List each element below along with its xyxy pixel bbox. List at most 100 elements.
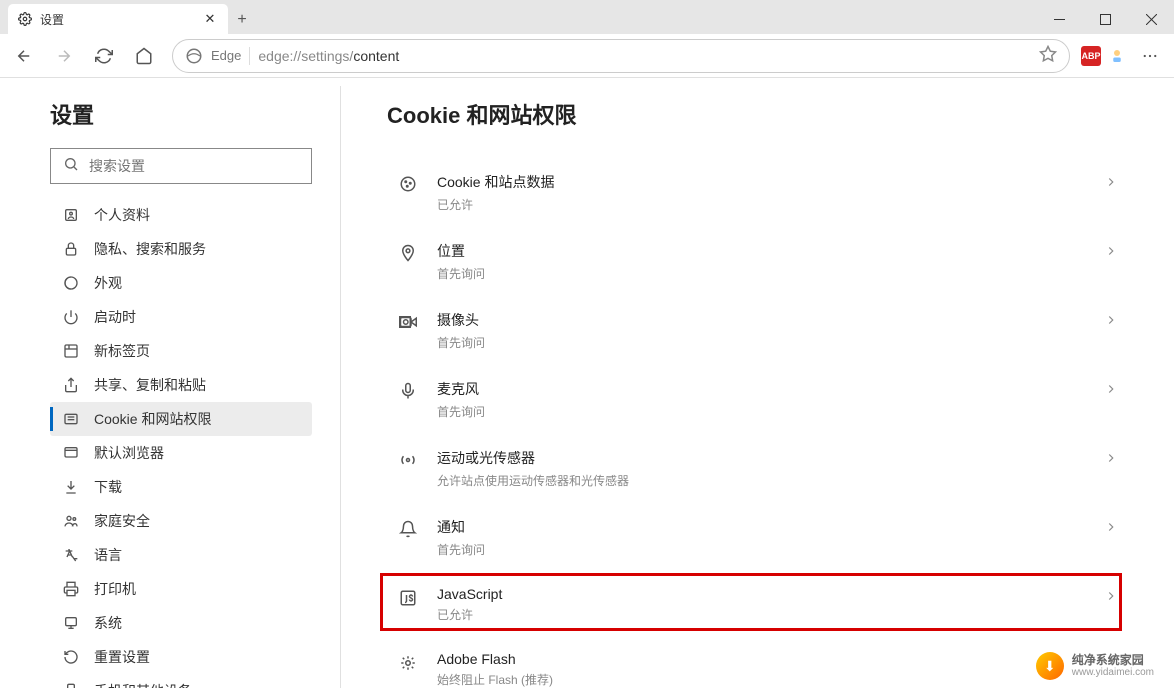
home-button[interactable] (126, 38, 162, 74)
sidebar-item-family[interactable]: 家庭安全 (50, 504, 312, 538)
sidebar-item-appearance[interactable]: 外观 (50, 266, 312, 300)
lock-icon (62, 240, 80, 258)
chevron-right-icon (1104, 589, 1118, 608)
permissions-icon (62, 410, 80, 428)
share-icon (62, 376, 80, 394)
printer-icon (62, 580, 80, 598)
sidebar-item-profile[interactable]: 个人资料 (50, 198, 312, 232)
page-title: Cookie 和网站权限 (387, 98, 1128, 130)
abp-extension-icon[interactable]: ABP (1080, 45, 1102, 67)
setting-cookies[interactable]: Cookie 和站点数据已允许 (387, 158, 1128, 227)
microphone-icon (397, 380, 419, 402)
minimize-button[interactable] (1036, 4, 1082, 34)
sidebar-item-label: 隐私、搜索和服务 (94, 239, 206, 259)
setting-camera[interactable]: 摄像头首先询问 (387, 296, 1128, 365)
sidebar: 设置 个人资料 隐私、搜索和服务 外观 启动时 新标签页 共享、复制和粘贴 Co… (0, 78, 340, 688)
toolbar: Edge edge://settings/content ABP (0, 34, 1174, 78)
sidebar-item-default-browser[interactable]: 默认浏览器 (50, 436, 312, 470)
system-icon (62, 614, 80, 632)
sidebar-item-downloads[interactable]: 下载 (50, 470, 312, 504)
sidebar-item-label: 新标签页 (94, 341, 150, 361)
favorite-icon[interactable] (1039, 45, 1057, 66)
sidebar-item-system[interactable]: 系统 (50, 606, 312, 640)
sidebar-item-share[interactable]: 共享、复制和粘贴 (50, 368, 312, 402)
refresh-button[interactable] (86, 38, 122, 74)
javascript-icon (397, 587, 419, 609)
sidebar-item-newtab[interactable]: 新标签页 (50, 334, 312, 368)
browser-icon (62, 444, 80, 462)
close-window-button[interactable] (1128, 4, 1174, 34)
chevron-right-icon (1104, 451, 1118, 470)
watermark-logo-icon: ⬇ (1036, 652, 1064, 680)
address-label: Edge (211, 48, 241, 63)
chevron-right-icon (1104, 382, 1118, 401)
setting-flash[interactable]: Adobe Flash始终阻止 Flash (推荐) (387, 637, 1128, 688)
setting-label: 通知 (437, 517, 1104, 537)
cookie-icon (397, 173, 419, 195)
chevron-right-icon (1104, 313, 1118, 332)
gear-icon (18, 12, 32, 26)
maximize-button[interactable] (1082, 4, 1128, 34)
content-area: 设置 个人资料 隐私、搜索和服务 外观 启动时 新标签页 共享、复制和粘贴 Co… (0, 78, 1174, 688)
search-settings-box[interactable] (50, 148, 312, 184)
appearance-icon (62, 274, 80, 292)
chevron-right-icon (1104, 244, 1118, 263)
titlebar: 设置 ✕ + (0, 0, 1174, 34)
sidebar-item-printer[interactable]: 打印机 (50, 572, 312, 606)
separator (249, 47, 250, 65)
setting-location[interactable]: 位置首先询问 (387, 227, 1128, 296)
setting-label: Cookie 和站点数据 (437, 172, 1104, 192)
watermark: ⬇ 纯净系统家园 www.yidaimei.com (1036, 652, 1154, 680)
family-icon (62, 512, 80, 530)
sidebar-item-label: 手机和其他设备 (94, 681, 192, 688)
setting-label: 摄像头 (437, 310, 1104, 330)
setting-sub: 首先询问 (437, 403, 1104, 420)
sidebar-item-cookies[interactable]: Cookie 和网站权限 (50, 402, 312, 436)
sidebar-item-reset[interactable]: 重置设置 (50, 640, 312, 674)
settings-list: Cookie 和站点数据已允许 位置首先询问 摄像头首先询问 麦克风首先询问 运… (387, 158, 1128, 688)
sidebar-item-label: 启动时 (94, 307, 136, 327)
reset-icon (62, 648, 80, 666)
setting-sub: 首先询问 (437, 334, 1104, 351)
search-input[interactable] (89, 158, 299, 174)
nav-list: 个人资料 隐私、搜索和服务 外观 启动时 新标签页 共享、复制和粘贴 Cooki… (50, 198, 312, 688)
sidebar-item-language[interactable]: 语言 (50, 538, 312, 572)
setting-microphone[interactable]: 麦克风首先询问 (387, 365, 1128, 434)
power-icon (62, 308, 80, 326)
setting-sub: 已允许 (437, 196, 1104, 213)
bell-icon (397, 518, 419, 540)
location-icon (397, 242, 419, 264)
back-button[interactable] (6, 38, 42, 74)
address-bar[interactable]: Edge edge://settings/content (172, 39, 1070, 73)
main-panel: Cookie 和网站权限 Cookie 和站点数据已允许 位置首先询问 摄像头首… (341, 78, 1174, 688)
sidebar-item-label: 语言 (94, 545, 122, 565)
sidebar-title: 设置 (50, 98, 312, 130)
setting-motion-sensor[interactable]: 运动或光传感器允许站点使用运动传感器和光传感器 (387, 434, 1128, 503)
setting-javascript[interactable]: JavaScript已允许 (387, 572, 1128, 637)
search-icon (63, 156, 79, 177)
chevron-right-icon (1104, 175, 1118, 194)
sidebar-item-label: 外观 (94, 273, 122, 293)
setting-notifications[interactable]: 通知首先询问 (387, 503, 1128, 572)
setting-label: Adobe Flash (437, 651, 1104, 667)
sidebar-item-startup[interactable]: 启动时 (50, 300, 312, 334)
tab-settings[interactable]: 设置 ✕ (8, 4, 228, 34)
new-tab-button[interactable]: + (228, 6, 256, 34)
url-text: edge://settings/content (258, 48, 1031, 64)
close-icon[interactable]: ✕ (202, 11, 218, 27)
edge-logo-icon (185, 47, 203, 65)
sidebar-item-label: 打印机 (94, 579, 136, 599)
more-button[interactable] (1132, 38, 1168, 74)
sidebar-item-privacy[interactable]: 隐私、搜索和服务 (50, 232, 312, 266)
setting-label: 位置 (437, 241, 1104, 261)
forward-button[interactable] (46, 38, 82, 74)
sidebar-item-label: 共享、复制和粘贴 (94, 375, 206, 395)
sidebar-item-label: 系统 (94, 613, 122, 633)
extension-icon[interactable] (1106, 45, 1128, 67)
sidebar-item-devices[interactable]: 手机和其他设备 (50, 674, 312, 688)
sidebar-item-label: 默认浏览器 (94, 443, 164, 463)
tabs-region: 设置 ✕ + (0, 4, 1036, 34)
sidebar-item-label: 下载 (94, 477, 122, 497)
grid-icon (62, 342, 80, 360)
chevron-right-icon (1104, 520, 1118, 539)
